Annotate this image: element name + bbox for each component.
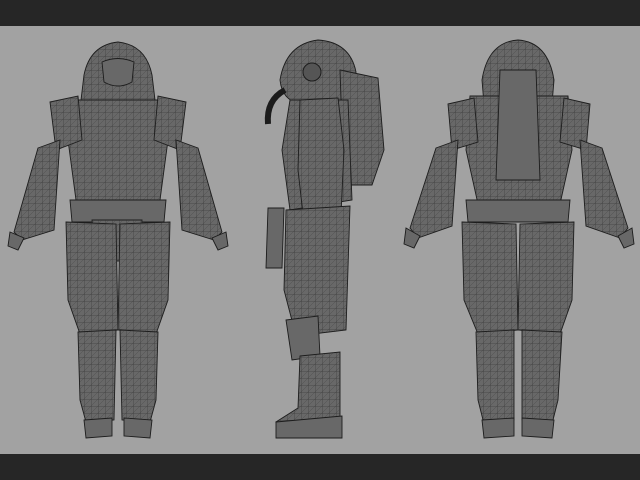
bottom-letterbox-bar: [0, 454, 640, 480]
top-letterbox-bar: [0, 0, 640, 26]
viewport-canvas: [0, 26, 640, 454]
turnaround-svg: [7, 39, 635, 439]
back-view-figure: [403, 39, 635, 439]
model-sheet-window: [0, 0, 640, 480]
side-view-figure: [264, 39, 385, 439]
front-view-figure: [7, 41, 229, 439]
